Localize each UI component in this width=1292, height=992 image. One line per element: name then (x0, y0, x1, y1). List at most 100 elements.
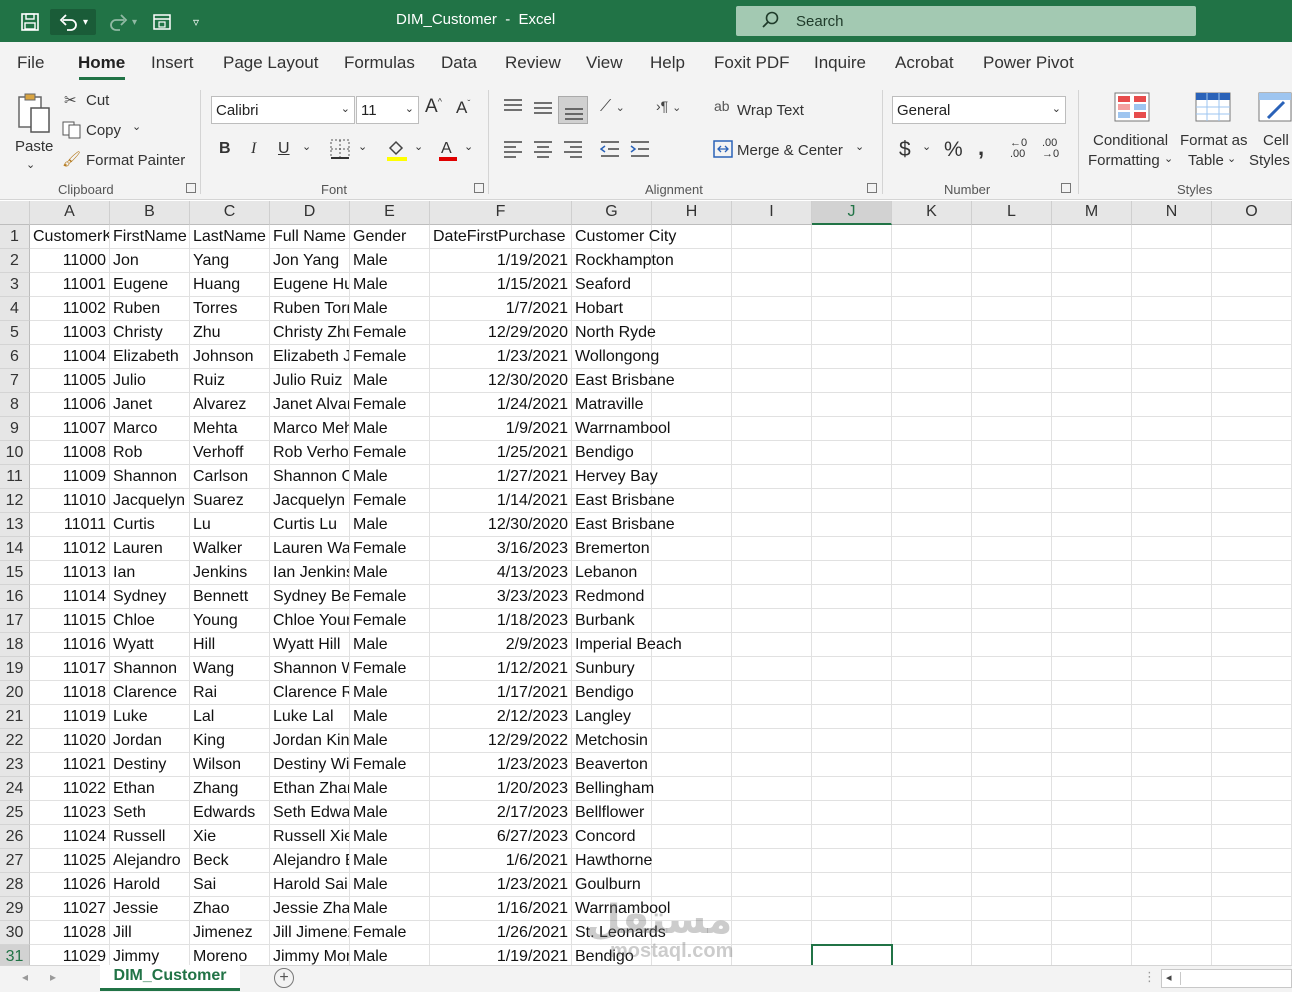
table-cell[interactable]: Ian (110, 561, 190, 585)
table-cell[interactable]: Zhu (190, 321, 270, 345)
table-cell[interactable]: Female (350, 345, 430, 369)
table-cell[interactable]: 11010 (30, 489, 110, 513)
empty-cell[interactable] (1212, 609, 1292, 633)
empty-cell[interactable] (1212, 777, 1292, 801)
format-painter-button[interactable]: Format Painter (86, 152, 185, 169)
empty-cell[interactable] (732, 249, 812, 273)
empty-cell[interactable] (1212, 873, 1292, 897)
empty-cell[interactable] (732, 825, 812, 849)
table-cell[interactable]: Jimmy Moreno (270, 945, 350, 965)
header-cell[interactable]: DateFirstPurchase (430, 225, 572, 249)
table-cell[interactable]: 11002 (30, 297, 110, 321)
table-cell[interactable]: Metchosin (572, 729, 652, 753)
table-cell[interactable]: Bendigo (572, 441, 652, 465)
align-center-icon[interactable] (533, 140, 553, 162)
table-cell[interactable]: 1/20/2023 (430, 777, 572, 801)
table-cell[interactable]: Goulburn (572, 873, 652, 897)
comma-style-icon[interactable]: , (978, 135, 984, 161)
empty-cell[interactable] (972, 873, 1052, 897)
empty-cell[interactable] (652, 705, 732, 729)
tab-inquire[interactable]: Inquire (814, 53, 866, 73)
empty-cell[interactable] (972, 897, 1052, 921)
column-header-d[interactable]: D (270, 201, 350, 225)
table-cell[interactable]: Mehta (190, 417, 270, 441)
empty-cell[interactable] (1132, 897, 1212, 921)
table-cell[interactable]: 11020 (30, 729, 110, 753)
empty-cell[interactable] (732, 393, 812, 417)
empty-cell[interactable] (652, 777, 732, 801)
redo-icon[interactable]: ▾ (104, 9, 140, 35)
search-input[interactable]: Search (736, 6, 1196, 36)
empty-cell[interactable] (1132, 681, 1212, 705)
header-cell[interactable]: Customer City (572, 225, 676, 249)
table-cell[interactable]: Beaverton (572, 753, 652, 777)
empty-cell[interactable] (1052, 321, 1132, 345)
table-cell[interactable]: 11009 (30, 465, 110, 489)
tab-foxit-pdf[interactable]: Foxit PDF (714, 53, 790, 73)
table-cell[interactable]: Langley (572, 705, 652, 729)
table-cell[interactable]: 11015 (30, 609, 110, 633)
row-header[interactable]: 5 (0, 321, 30, 345)
table-cell[interactable]: Male (350, 297, 430, 321)
borders-icon[interactable] (330, 139, 350, 163)
table-cell[interactable]: Wyatt (110, 633, 190, 657)
column-header-o[interactable]: O (1212, 201, 1292, 225)
empty-cell[interactable] (972, 297, 1052, 321)
empty-cell[interactable] (1052, 897, 1132, 921)
empty-cell[interactable] (732, 681, 812, 705)
column-header-j[interactable]: J (812, 201, 892, 225)
empty-cell[interactable] (1132, 393, 1212, 417)
add-sheet-icon[interactable]: + (274, 968, 294, 988)
empty-cell[interactable] (812, 417, 892, 441)
empty-cell[interactable] (892, 297, 972, 321)
table-cell[interactable]: Male (350, 249, 430, 273)
row-header[interactable]: 6 (0, 345, 30, 369)
table-cell[interactable]: Male (350, 873, 430, 897)
empty-cell[interactable] (1052, 489, 1132, 513)
table-cell[interactable]: Shannon (110, 465, 190, 489)
conditional-formatting-button[interactable]: Conditional (1093, 132, 1168, 149)
empty-cell[interactable] (892, 753, 972, 777)
header-cell[interactable]: LastName (190, 225, 270, 249)
table-cell[interactable]: Jacquelyn (110, 489, 190, 513)
percent-style-icon[interactable]: % (944, 138, 963, 162)
accounting-format-icon[interactable]: $ (899, 138, 911, 162)
table-cell[interactable]: Zhang (190, 777, 270, 801)
table-cell[interactable]: Huang (190, 273, 270, 297)
empty-cell[interactable] (1052, 801, 1132, 825)
font-size-select[interactable]: 11 ⌄ (356, 96, 419, 124)
tab-help[interactable]: Help (650, 53, 685, 73)
customize-toolbar-icon[interactable]: ▿ (186, 9, 206, 35)
table-cell[interactable]: Harold (110, 873, 190, 897)
empty-cell[interactable] (732, 729, 812, 753)
column-header-g[interactable]: G (572, 201, 652, 225)
row-header[interactable]: 3 (0, 273, 30, 297)
row-header[interactable]: 12 (0, 489, 30, 513)
table-cell[interactable]: 11021 (30, 753, 110, 777)
table-cell[interactable]: 11026 (30, 873, 110, 897)
table-cell[interactable]: Destiny Wilson (270, 753, 350, 777)
table-cell[interactable]: Lu (190, 513, 270, 537)
empty-cell[interactable] (812, 729, 892, 753)
table-cell[interactable]: 11004 (30, 345, 110, 369)
table-cell[interactable]: Bellingham (572, 777, 654, 801)
empty-cell[interactable] (1132, 753, 1212, 777)
row-header[interactable]: 7 (0, 369, 30, 393)
paste-button[interactable]: Paste ⌄ (12, 88, 53, 171)
worksheet-grid[interactable]: ABCDEFGHIJKLMNO 1CustomerKeyFirstNameLast… (0, 201, 1292, 965)
number-launcher-icon[interactable] (1061, 183, 1071, 193)
table-cell[interactable]: Ian Jenkins (270, 561, 350, 585)
empty-cell[interactable] (1132, 945, 1212, 965)
empty-cell[interactable] (892, 273, 972, 297)
empty-cell[interactable] (972, 729, 1052, 753)
undo-icon[interactable]: ▾ (50, 9, 96, 35)
tab-file[interactable]: File (17, 53, 44, 73)
table-cell[interactable]: Elizabeth Johnson (270, 345, 350, 369)
table-cell[interactable]: Curtis Lu (270, 513, 350, 537)
empty-cell[interactable] (732, 801, 812, 825)
table-cell[interactable]: 11007 (30, 417, 110, 441)
empty-cell[interactable] (892, 897, 972, 921)
tab-data[interactable]: Data (441, 53, 477, 73)
empty-cell[interactable] (732, 537, 812, 561)
empty-cell[interactable] (1052, 369, 1132, 393)
